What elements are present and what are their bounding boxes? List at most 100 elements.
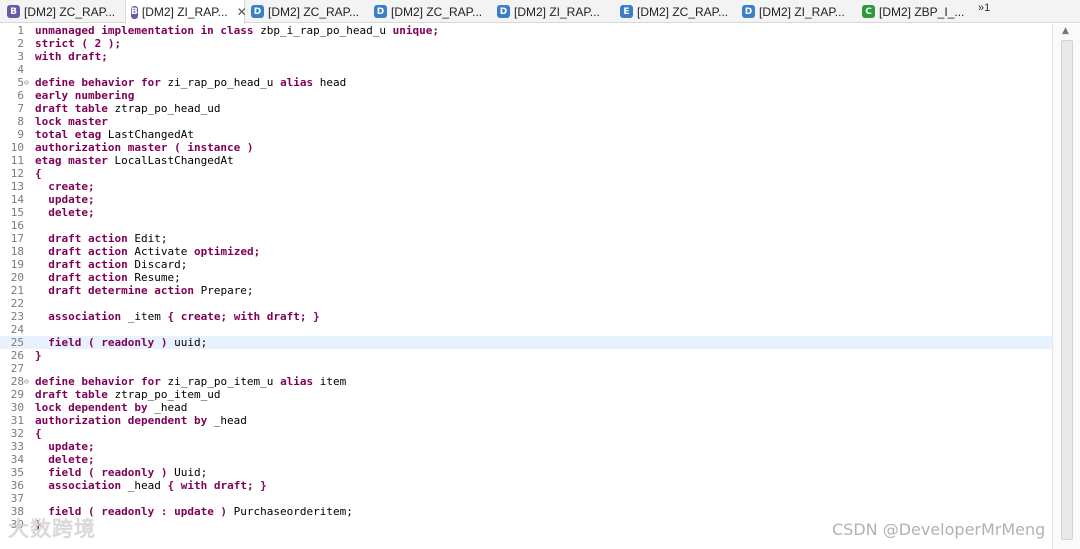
code-text: draft table ztrap_po_head_ud [35,102,220,115]
code-line[interactable]: 34 delete; [0,453,1052,466]
line-number: 23 [10,310,24,323]
code-text: lock master [35,115,108,128]
code-line[interactable]: 38 field ( readonly : update ) Purchaseo… [0,505,1052,518]
line-number: 17 [10,232,24,245]
code-text: etag master LocalLastChangedAt [35,154,234,167]
editor-tab[interactable]: C [DM2] ZBP_I_... [857,0,975,23]
identifier-token [35,232,48,245]
editor-tab[interactable]: D [DM2] ZI_RAP... [737,0,854,23]
code-line[interactable]: 7 draft table ztrap_po_head_ud [0,102,1052,115]
keyword-token: unmanaged implementation in class [35,24,254,37]
keyword-token: early numbering [35,89,135,102]
code-text: define behavior for zi_rap_po_head_u ali… [35,76,346,89]
fold-toggle-icon[interactable]: ⊖ [24,76,29,89]
code-line[interactable]: 23 association _item { create; with draf… [0,310,1052,323]
tab-label: [DM2] ZI_RAP... [759,4,845,19]
watermark-logo: 大数跨境 [8,517,96,541]
identifier-token [35,479,48,492]
code-line[interactable]: 29 draft table ztrap_po_item_ud [0,388,1052,401]
line-number: 25 [10,336,24,349]
keyword-token: association [48,310,122,323]
code-line[interactable]: 15 delete; [0,206,1052,219]
editor-tab[interactable]: B [DM2] ZI_RAP... ✕ [125,0,247,24]
code-text: draft action Activate optimized; [35,245,260,258]
code-text: authorization master ( instance ) [35,141,254,154]
fold-toggle-icon[interactable]: ⊖ [24,375,29,388]
code-text: strict ( 2 ); [35,37,121,50]
code-line[interactable]: 21 draft determine action Prepare; [0,284,1052,297]
code-line[interactable]: 30 lock dependent by _head [0,401,1052,414]
code-line[interactable]: 1 unmanaged implementation in class zbp_i… [0,24,1052,37]
identifier-token: LocalLastChangedAt [107,154,234,167]
line-number: 29 [10,388,24,401]
scroll-up-icon[interactable]: ▲ [1062,26,1069,36]
code-line[interactable]: 18 draft action Activate optimized; [0,245,1052,258]
code-text: with draft; [35,50,108,63]
code-line[interactable]: 31 authorization dependent by _head [0,414,1052,427]
line-number: 24 [10,323,24,336]
code-line[interactable]: 28 ⊖ define behavior for zi_rap_po_item_u … [0,375,1052,388]
line-number: 3 [17,50,24,63]
editor-tab[interactable]: D [DM2] ZI_RAP... [492,0,612,23]
code-line[interactable]: 3 with draft; [0,50,1052,63]
code-line[interactable]: 35 field ( readonly ) Uuid; [0,466,1052,479]
code-line[interactable]: 5 ⊖ define behavior for zi_rap_po_head_u a… [0,76,1052,89]
scrollbar-thumb[interactable] [1061,40,1073,540]
identifier-token: Uuid; [167,466,208,479]
vertical-scrollbar[interactable]: ▲ [1052,24,1080,549]
code-line[interactable]: 9 total etag LastChangedAt [0,128,1052,141]
editor-tab[interactable]: D [DM2] ZC_RAP... [246,0,366,23]
code-text: association _item { create; with draft; … [35,310,320,323]
keyword-token: draft table [35,388,108,401]
code-line[interactable]: 12 { [0,167,1052,180]
code-line[interactable]: 13 create; [0,180,1052,193]
line-number: 16 [10,219,24,232]
identifier-token: zi_rap_po_head_u [160,76,281,89]
identifier-token: Discard; [127,258,188,271]
code-line[interactable]: 37 [0,492,1052,505]
line-number: 35 [10,466,24,479]
keyword-token: lock master [35,115,108,128]
code-line[interactable]: 24 [0,323,1052,336]
editor-tab[interactable]: D [DM2] ZC_RAP... [369,0,489,23]
line-number: 6 [17,89,24,102]
code-line[interactable]: 26} [0,349,1052,362]
line-number: 30 [10,401,24,414]
keyword-token: draft determine action [48,284,194,297]
keyword-token: } [35,349,42,362]
line-number: 22 [10,297,24,310]
code-line[interactable]: 4 [0,63,1052,76]
code-line[interactable]: 10 authorization master ( instance ) [0,141,1052,154]
editor-tab[interactable]: E [DM2] ZC_RAP... [615,0,735,23]
line-number: 10 [10,141,24,154]
line-number: 37 [10,492,24,505]
code-line[interactable]: 8 lock master [0,115,1052,128]
code-line[interactable]: 19 draft action Discard; [0,258,1052,271]
code-line[interactable]: 2 strict ( 2 ); [0,37,1052,50]
keyword-token: draft action [48,258,128,271]
keyword-token: strict ( 2 ); [35,37,122,50]
code-line[interactable]: 32 { [0,427,1052,440]
code-text: field ( readonly ) Uuid; [35,466,207,479]
keyword-token: alias [280,76,314,89]
keyword-token: update; [48,193,95,206]
code-line[interactable]: 17 draft action Edit; [0,232,1052,245]
code-line[interactable]: 22 [0,297,1052,310]
tab-overflow-button[interactable]: »1 [978,2,990,14]
editor-tab[interactable]: B [DM2] ZC_RAP... [2,0,122,23]
keyword-token: etag master [35,154,108,167]
line-number: 34 [10,453,24,466]
code-text: { [35,167,42,180]
code-line[interactable]: 33 update; [0,440,1052,453]
code-editor[interactable]: 1 unmanaged implementation in class zbp_i… [0,24,1052,549]
code-line[interactable]: 36 association _head { with draft; } [0,479,1052,492]
code-line[interactable]: 20 draft action Resume; [0,271,1052,284]
code-line[interactable]: 14 update; [0,193,1052,206]
code-line[interactable]: 25 field ( readonly ) uuid; [0,336,1052,349]
code-line[interactable]: 16 [0,219,1052,232]
code-line[interactable]: 6 early numbering [0,89,1052,102]
code-line[interactable]: 11 etag master LocalLastChangedAt [0,154,1052,167]
code-line[interactable]: 27 [0,362,1052,375]
editor-tab-bar: B [DM2] ZC_RAP... B [DM2] ZI_RAP... ✕ D [DM2] … [0,0,1080,24]
identifier-token: Purchaseorderitem; [227,505,353,518]
